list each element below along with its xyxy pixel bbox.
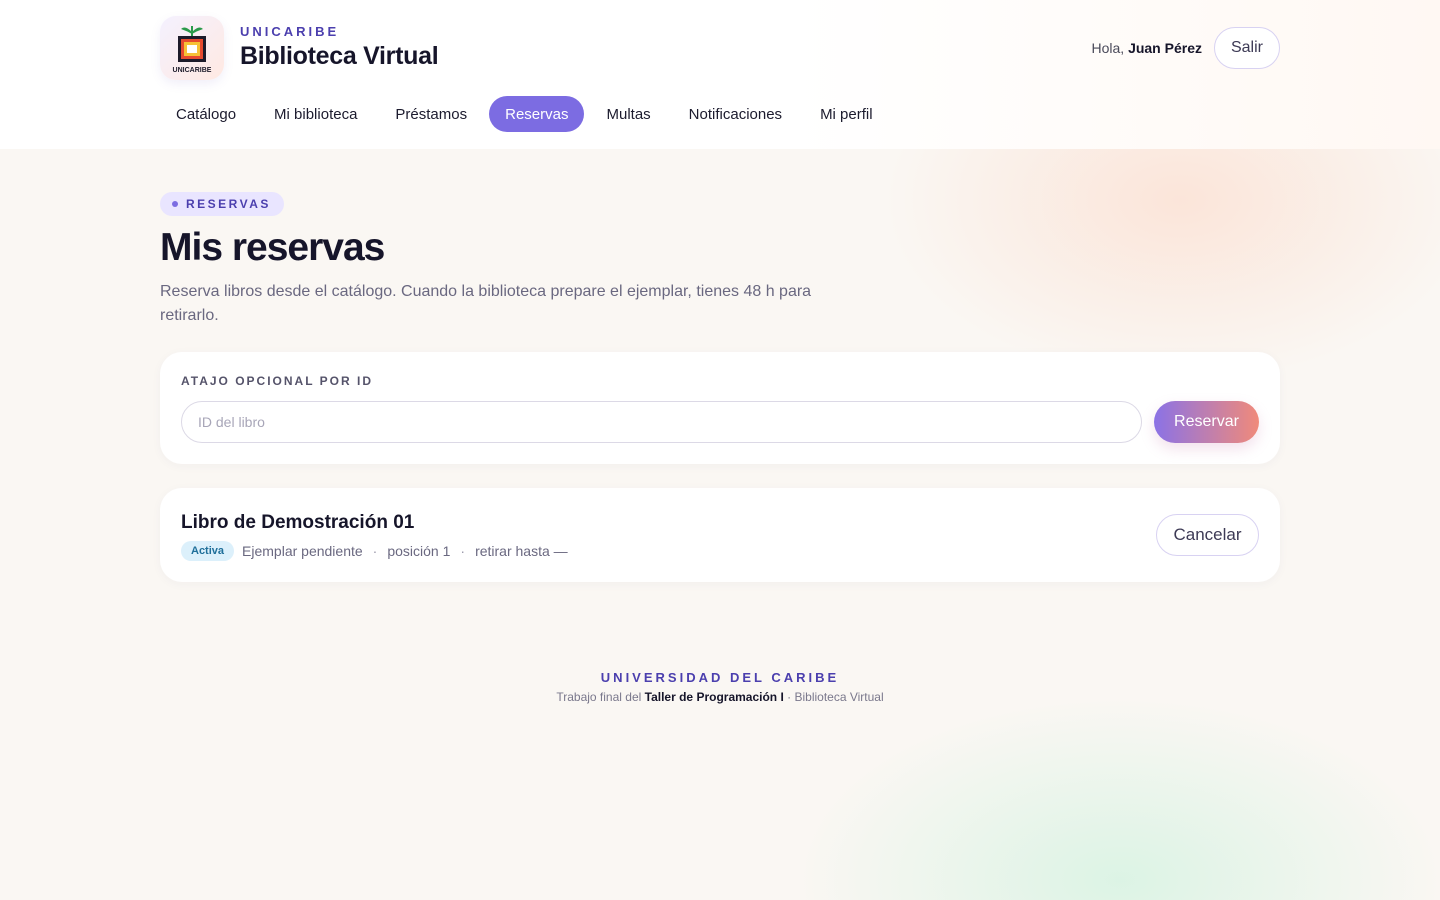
- unicaribe-logo[interactable]: UNICARIBE: [160, 16, 224, 80]
- nav-item-notificaciones[interactable]: Notificaciones: [673, 96, 798, 132]
- shortcut-label: ATAJO OPCIONAL POR ID: [181, 374, 374, 388]
- reserve-button[interactable]: Reservar: [1154, 401, 1259, 443]
- logout-button[interactable]: Salir: [1214, 27, 1280, 69]
- queue-position: posición 1: [387, 543, 451, 559]
- reservation-title: Libro de Demostración 01: [181, 512, 415, 533]
- cancel-reservation-button[interactable]: Cancelar: [1156, 514, 1259, 556]
- book-id-input[interactable]: [181, 401, 1142, 443]
- dot-icon: [172, 201, 178, 207]
- reservation-card: Libro de Demostración 01 Activa Ejemplar…: [160, 488, 1280, 582]
- meta-separator: ·: [372, 543, 378, 559]
- brand-kicker: UNICARIBE: [240, 24, 340, 39]
- app-header: UNICARIBE UNICARIBE Biblioteca Virtual H…: [0, 0, 1440, 149]
- nav-item-reservas[interactable]: Reservas: [489, 96, 585, 132]
- main-nav: Catálogo Mi biblioteca Préstamos Reserva…: [160, 96, 895, 132]
- meta-separator: ·: [460, 543, 466, 559]
- brand-title: Biblioteca Virtual: [240, 42, 439, 70]
- nav-item-mi-biblioteca[interactable]: Mi biblioteca: [258, 96, 373, 132]
- nav-item-prestamos[interactable]: Préstamos: [379, 96, 483, 132]
- footer-subtitle: Trabajo final del Taller de Programación…: [0, 690, 1440, 704]
- user-greeting: Hola, Juan Pérez: [1091, 40, 1202, 56]
- reservation-meta: Activa Ejemplar pendiente · posición 1 ·…: [181, 541, 568, 561]
- pickup-deadline: retirar hasta —: [475, 543, 568, 559]
- status-badge: Activa: [181, 541, 235, 561]
- copy-status: Ejemplar pendiente: [242, 543, 363, 559]
- footer-title: UNIVERSIDAD DEL CARIBE: [600, 670, 840, 685]
- nav-item-mi-perfil[interactable]: Mi perfil: [804, 96, 889, 132]
- greeting-prefix: Hola,: [1091, 40, 1125, 56]
- footer-course-name: Taller de Programación I: [644, 690, 784, 704]
- unicaribe-logo-icon: UNICARIBE: [173, 26, 212, 74]
- nav-item-multas[interactable]: Multas: [590, 96, 666, 132]
- section-pill-label: RESERVAS: [186, 197, 271, 211]
- section-pill: RESERVAS: [160, 192, 284, 216]
- user-name: Juan Pérez: [1128, 40, 1202, 56]
- page-description: Reserva libros desde el catálogo. Cuando…: [160, 283, 812, 324]
- id-shortcut-card: ATAJO OPCIONAL POR ID Reservar: [160, 352, 1280, 464]
- nav-item-catalogo[interactable]: Catálogo: [160, 96, 252, 132]
- footer-sub-prefix: Trabajo final del: [556, 690, 642, 704]
- page-title: Mis reservas: [160, 226, 385, 269]
- footer-sub-suffix: · Biblioteca Virtual: [787, 690, 884, 704]
- svg-text:UNICARIBE: UNICARIBE: [173, 67, 212, 74]
